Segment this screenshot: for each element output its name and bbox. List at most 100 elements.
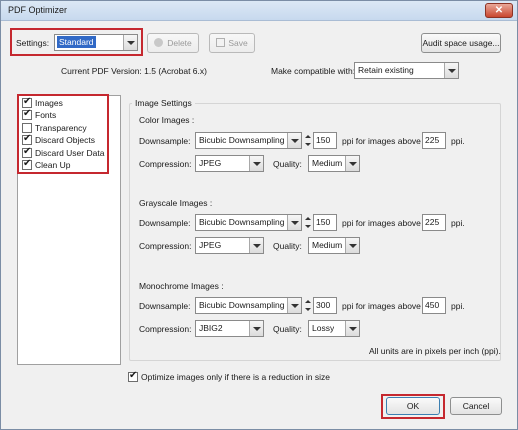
transparency-checkbox[interactable] xyxy=(22,123,32,133)
color-downsample-label: Downsample: xyxy=(139,136,191,146)
optimize-label: Optimize images only if there is a reduc… xyxy=(141,372,330,382)
mono-compression-value: JBIG2 xyxy=(199,323,223,333)
image-settings-title: Image Settings xyxy=(132,98,195,108)
mono-ppi-value: 300 xyxy=(316,300,331,310)
gray-downsample-select[interactable]: Bicubic Downsampling to xyxy=(195,214,302,231)
ok-button[interactable]: OK xyxy=(386,397,440,415)
delete-button[interactable]: Delete xyxy=(147,33,199,53)
gray-quality-select[interactable]: Medium xyxy=(308,237,360,254)
spinner-down-icon[interactable] xyxy=(304,223,312,231)
mono-ppi-suffix: ppi. xyxy=(451,301,465,311)
gray-ppi-suffix: ppi. xyxy=(451,218,465,228)
units-note: All units are in pixels per inch (ppi). xyxy=(369,346,501,356)
gray-above-field[interactable]: 225 xyxy=(422,214,446,231)
chevron-down-icon[interactable] xyxy=(287,215,301,230)
mono-ppi-field[interactable]: 300 xyxy=(313,297,337,314)
mono-quality-label: Quality: xyxy=(273,324,302,334)
mono-above-value: 450 xyxy=(425,300,440,310)
mono-compression-select[interactable]: JBIG2 xyxy=(195,320,264,337)
chevron-down-icon[interactable] xyxy=(249,238,263,253)
settings-select-value: Standard xyxy=(57,36,96,48)
spinner-down-icon[interactable] xyxy=(304,306,312,314)
gray-compression-select[interactable]: JPEG xyxy=(195,237,264,254)
spinner-up-icon[interactable] xyxy=(304,132,312,140)
audit-space-usage-button[interactable]: Audit space usage... xyxy=(421,33,501,53)
color-above-field[interactable]: 225 xyxy=(422,132,446,149)
color-ppi-spinner[interactable] xyxy=(304,132,312,149)
floppy-disk-icon xyxy=(216,38,226,47)
gray-compression-label: Compression: xyxy=(139,241,192,251)
chevron-down-icon[interactable] xyxy=(345,321,359,336)
color-ppi-suffix: ppi. xyxy=(451,136,465,146)
chevron-down-icon[interactable] xyxy=(249,156,263,171)
close-button[interactable]: ✕ xyxy=(485,3,513,18)
panel-item-label: Fonts xyxy=(35,110,57,120)
delete-icon xyxy=(154,38,164,47)
color-compression-value: JPEG xyxy=(199,158,222,168)
color-quality-value: Medium xyxy=(312,158,343,168)
color-quality-select[interactable]: Medium xyxy=(308,155,360,172)
panel-item-label: Discard User Data xyxy=(35,148,105,158)
discard-user-data-checkbox[interactable] xyxy=(22,146,32,158)
panel-item-label: Clean Up xyxy=(35,160,71,170)
monochrome-images-heading: Monochrome Images : xyxy=(139,281,224,291)
color-images-heading: Color Images : xyxy=(139,115,195,125)
mono-downsample-select[interactable]: Bicubic Downsampling to xyxy=(195,297,302,314)
spinner-up-icon[interactable] xyxy=(304,214,312,222)
save-button-label: Save xyxy=(228,38,248,48)
chevron-down-icon[interactable] xyxy=(345,156,359,171)
color-above-value: 225 xyxy=(425,135,440,145)
spinner-down-icon[interactable] xyxy=(304,141,312,149)
images-checkbox[interactable] xyxy=(22,96,32,108)
pdf-optimizer-window: PDF Optimizer ✕ Settings: Standard Delet… xyxy=(0,0,518,430)
color-compression-label: Compression: xyxy=(139,159,192,169)
title-bar: PDF Optimizer ✕ xyxy=(1,1,517,21)
gray-compression-value: JPEG xyxy=(199,240,222,250)
mono-above-label: ppi for images above xyxy=(342,301,421,311)
current-pdf-version: Current PDF Version: 1.5 (Acrobat 6.x) xyxy=(61,66,207,76)
color-downsample-select[interactable]: Bicubic Downsampling to xyxy=(195,132,302,149)
make-compatible-value: Retain existing xyxy=(358,65,414,75)
grayscale-images-heading: Grayscale Images : xyxy=(139,198,213,208)
mono-above-field[interactable]: 450 xyxy=(422,297,446,314)
chevron-down-icon[interactable] xyxy=(287,298,301,313)
chevron-down-icon[interactable] xyxy=(444,63,458,78)
chevron-down-icon[interactable] xyxy=(123,35,137,50)
gray-downsample-value: Bicubic Downsampling to xyxy=(199,217,294,227)
gray-ppi-field[interactable]: 150 xyxy=(313,214,337,231)
gray-ppi-value: 150 xyxy=(316,217,331,227)
discard-objects-checkbox[interactable] xyxy=(22,133,32,145)
color-compression-select[interactable]: JPEG xyxy=(195,155,264,172)
mono-ppi-spinner[interactable] xyxy=(304,297,312,314)
gray-ppi-spinner[interactable] xyxy=(304,214,312,231)
panel-item-label: Images xyxy=(35,98,63,108)
chevron-down-icon[interactable] xyxy=(345,238,359,253)
optimize-checkbox[interactable] xyxy=(128,370,138,382)
gray-quality-label: Quality: xyxy=(273,241,302,251)
panel-item-label: Discard Objects xyxy=(35,135,95,145)
delete-button-label: Delete xyxy=(167,38,192,48)
fonts-checkbox[interactable] xyxy=(22,108,32,120)
color-ppi-field[interactable]: 150 xyxy=(313,132,337,149)
clean-up-checkbox[interactable] xyxy=(22,158,32,170)
make-compatible-label: Make compatible with: xyxy=(271,66,356,76)
save-button[interactable]: Save xyxy=(209,33,255,53)
chevron-down-icon[interactable] xyxy=(249,321,263,336)
gray-quality-value: Medium xyxy=(312,240,343,250)
settings-label: Settings: xyxy=(16,38,50,48)
mono-downsample-value: Bicubic Downsampling to xyxy=(199,300,294,310)
make-compatible-select[interactable]: Retain existing xyxy=(354,62,459,79)
settings-select[interactable]: Standard xyxy=(54,34,138,51)
mono-downsample-label: Downsample: xyxy=(139,301,191,311)
gray-above-value: 225 xyxy=(425,217,440,227)
color-downsample-value: Bicubic Downsampling to xyxy=(199,135,294,145)
mono-quality-value: Lossy xyxy=(312,323,335,333)
window-title: PDF Optimizer xyxy=(8,5,68,15)
spinner-up-icon[interactable] xyxy=(304,297,312,305)
color-ppi-value: 150 xyxy=(316,135,331,145)
gray-above-label: ppi for images above xyxy=(342,218,421,228)
cancel-button[interactable]: Cancel xyxy=(450,397,502,415)
chevron-down-icon[interactable] xyxy=(287,133,301,148)
color-above-label: ppi for images above xyxy=(342,136,421,146)
mono-quality-select[interactable]: Lossy xyxy=(308,320,360,337)
